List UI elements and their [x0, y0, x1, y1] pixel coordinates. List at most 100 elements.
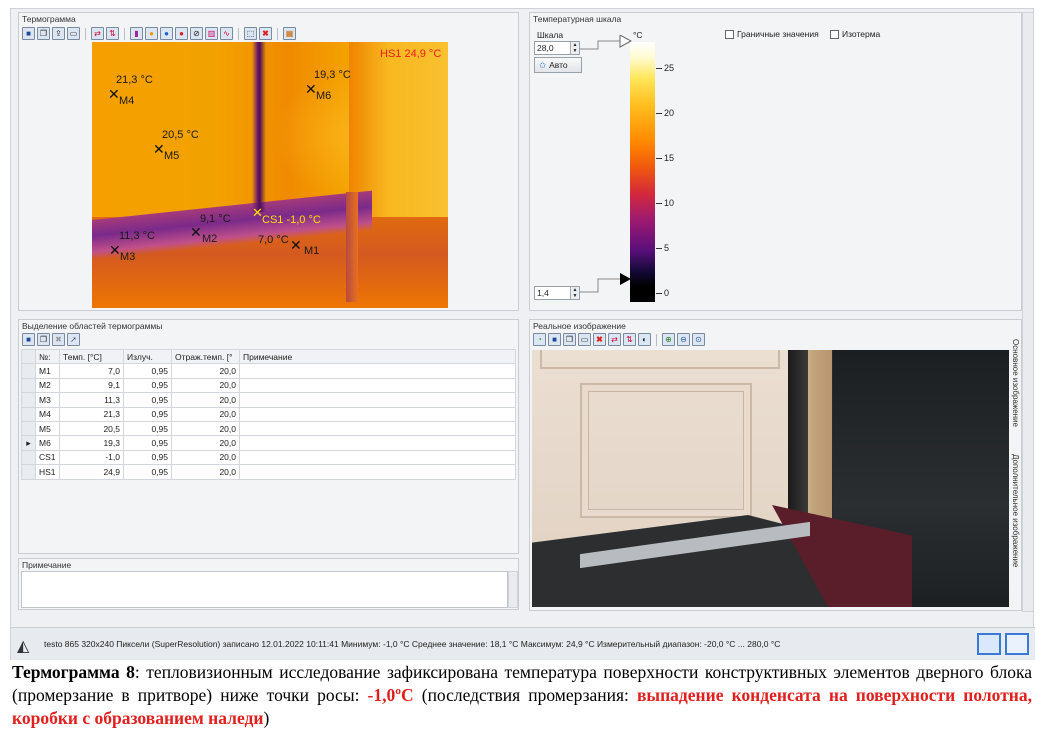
limits-checkbox[interactable]: Граничные значения	[725, 29, 819, 39]
cell-note[interactable]	[239, 435, 516, 451]
tab-main-image[interactable]: Основное изображение	[1011, 339, 1020, 439]
contrast-icon[interactable]: ◐	[638, 333, 651, 346]
cell-temp[interactable]: 7,0	[59, 363, 124, 379]
marker-m4-cross[interactable]: ✕	[108, 87, 120, 101]
cell-reflected-temp[interactable]: 20,0	[171, 406, 240, 422]
thermogram-image[interactable]: HS1 24,9 °C ✕ CS1 -1,0 °C 21,3 °C ✕ M4 1…	[92, 42, 448, 308]
cell-note[interactable]	[239, 420, 516, 437]
delete-icon[interactable]: ✖	[593, 333, 606, 346]
row-selector[interactable]: ▸	[21, 435, 36, 451]
column-header[interactable]: Излуч.	[123, 348, 172, 365]
scale-min-input[interactable]: 1,4 ▲ ▼	[534, 286, 580, 300]
delete-markers-icon[interactable]: ⊘	[190, 27, 203, 40]
save-icon[interactable]: ■	[548, 333, 561, 346]
cell-temp[interactable]: -1,0	[59, 449, 124, 466]
table-row[interactable]: M5 20,5 0,95 20,0	[21, 420, 516, 437]
row-selector[interactable]	[21, 377, 36, 394]
grid-icon[interactable]: ▦	[283, 27, 296, 40]
auto-button[interactable]: ✩ Авто	[534, 57, 582, 73]
profile-icon[interactable]: ∿	[220, 27, 233, 40]
pin-icon[interactable]: ➚	[67, 333, 80, 346]
table-row[interactable]: M3 11,3 0,95 20,0	[21, 392, 516, 408]
window-icon[interactable]: ▭	[67, 27, 80, 40]
row-selector[interactable]	[21, 406, 36, 422]
cell-temp[interactable]: 20,5	[59, 420, 124, 437]
save-icon[interactable]: ■	[22, 27, 35, 40]
rotate-icon[interactable]: ⇄	[91, 27, 104, 40]
cell-note[interactable]	[239, 464, 516, 480]
clear-icon[interactable]: ✖	[52, 333, 65, 346]
table-row[interactable]: CS1 -1,0 0,95 20,0	[21, 449, 516, 466]
column-header[interactable]: Отраж.темп. [°	[171, 348, 240, 365]
select-area-icon[interactable]: ⬚	[244, 27, 257, 40]
cold-spot-icon[interactable]: ●	[160, 27, 173, 40]
cell-emissivity[interactable]: 0,95	[123, 449, 172, 466]
paste-icon[interactable]: ▭	[578, 333, 591, 346]
row-selector[interactable]	[21, 392, 36, 408]
cell-id[interactable]: M4	[35, 406, 60, 422]
cell-temp[interactable]: 21,3	[59, 406, 124, 422]
right-scrollbar[interactable]	[1022, 12, 1034, 612]
cell-reflected-temp[interactable]: 20,0	[171, 435, 240, 451]
cell-emissivity[interactable]: 0,95	[123, 363, 172, 379]
real-photo[interactable]	[532, 350, 1009, 607]
zoom-fit-icon[interactable]: ⊙	[692, 333, 705, 346]
cell-note[interactable]	[239, 392, 516, 408]
scale-max-input[interactable]: 28,0 ▲ ▼	[534, 41, 580, 55]
save-icon[interactable]: ■	[22, 333, 35, 346]
layout-single-icon[interactable]	[977, 633, 1001, 655]
color-scale-bar[interactable]	[630, 42, 655, 302]
cell-emissivity[interactable]: 0,95	[123, 392, 172, 408]
histogram-icon[interactable]: ▥	[205, 27, 218, 40]
rotate-icon[interactable]: ⇄	[608, 333, 621, 346]
note-textarea[interactable]	[21, 571, 508, 608]
marker-m5-cross[interactable]: ✕	[153, 142, 165, 156]
cell-note[interactable]	[239, 406, 516, 422]
flip-icon[interactable]: ⇅	[623, 333, 636, 346]
zoom-in-icon[interactable]: ⊕	[662, 333, 675, 346]
cell-emissivity[interactable]: 0,95	[123, 406, 172, 422]
cell-id[interactable]: HS1	[35, 464, 60, 480]
table-row[interactable]: M4 21,3 0,95 20,0	[21, 406, 516, 422]
isotherm-checkbox[interactable]: Изотерма	[830, 29, 880, 39]
flip-icon[interactable]: ⇅	[106, 27, 119, 40]
row-selector[interactable]	[21, 363, 36, 379]
table-row[interactable]: M2 9,1 0,95 20,0	[21, 377, 516, 394]
cell-reflected-temp[interactable]: 20,0	[171, 449, 240, 466]
cell-temp[interactable]: 24,9	[59, 464, 124, 480]
cell-temp[interactable]: 9,1	[59, 377, 124, 394]
cell-emissivity[interactable]: 0,95	[123, 435, 172, 451]
cell-id[interactable]: M2	[35, 377, 60, 394]
marker-m2-cross[interactable]: ✕	[190, 225, 202, 239]
layout-dual-icon[interactable]	[1005, 633, 1029, 655]
cell-id[interactable]: M3	[35, 392, 60, 408]
column-header[interactable]: №:	[35, 348, 60, 365]
export-icon[interactable]: ⇪	[52, 27, 65, 40]
spot-icon[interactable]: ●	[145, 27, 158, 40]
marker-m3-cross[interactable]: ✕	[109, 243, 121, 257]
table-row[interactable]: HS1 24,9 0,95 20,0	[21, 464, 516, 480]
cell-reflected-temp[interactable]: 20,0	[171, 420, 240, 437]
tab-extra-image[interactable]: Дополнительное изображение	[1011, 454, 1020, 584]
note-scrollbar[interactable]	[508, 571, 518, 608]
marker-m6-cross[interactable]: ✕	[305, 82, 317, 96]
row-selector[interactable]	[21, 420, 36, 437]
cell-temp[interactable]: 11,3	[59, 392, 124, 408]
cell-temp[interactable]: 19,3	[59, 435, 124, 451]
zoom-out-icon[interactable]: ⊖	[677, 333, 690, 346]
table-row[interactable]: ▸ M6 19,3 0,95 20,0	[21, 435, 516, 451]
cell-reflected-temp[interactable]: 20,0	[171, 377, 240, 394]
copy-icon[interactable]: ❐	[37, 27, 50, 40]
cell-id[interactable]: M1	[35, 363, 60, 379]
marker-m1-cross[interactable]: ✕	[290, 238, 302, 252]
cell-emissivity[interactable]: 0,95	[123, 420, 172, 437]
regions-table[interactable]: №: Темп. [°C] Излуч. Отраж.темп. [° Прим…	[21, 348, 516, 480]
cell-note[interactable]	[239, 377, 516, 394]
table-row[interactable]: M1 7,0 0,95 20,0	[21, 363, 516, 379]
palette-icon[interactable]: ▮	[130, 27, 143, 40]
cell-id[interactable]: M5	[35, 420, 60, 437]
cell-reflected-temp[interactable]: 20,0	[171, 363, 240, 379]
cell-note[interactable]	[239, 449, 516, 466]
cell-reflected-temp[interactable]: 20,0	[171, 392, 240, 408]
hot-spot-icon[interactable]: ●	[175, 27, 188, 40]
